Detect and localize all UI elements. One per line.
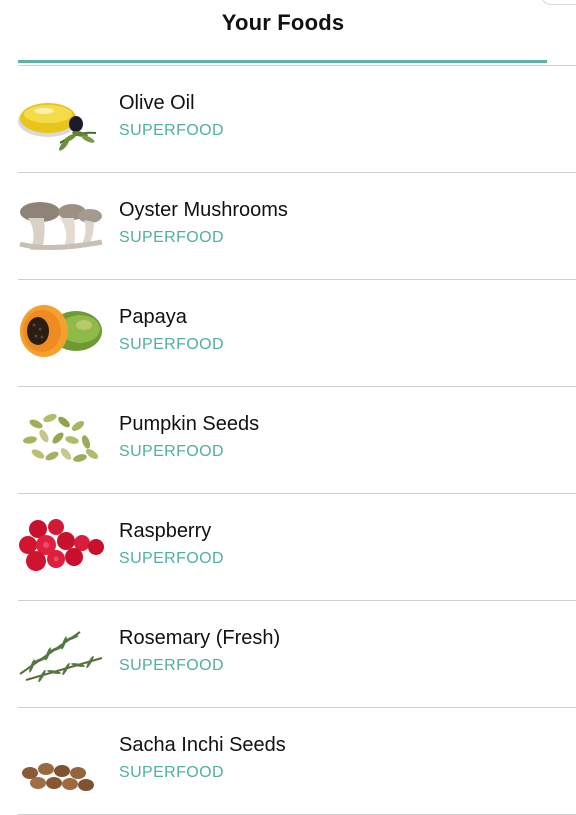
- food-tag: SUPERFOOD: [119, 443, 224, 460]
- oyster-mushrooms-icon: [18, 194, 108, 258]
- sacha-inchi-seeds-icon: [18, 729, 108, 793]
- list-item[interactable]: Sacha Inchi Seeds SUPERFOOD: [18, 708, 576, 815]
- list-item[interactable]: Raspberry SUPERFOOD: [18, 494, 576, 601]
- food-name: Rosemary (Fresh): [119, 627, 281, 649]
- food-name: Papaya: [119, 306, 187, 328]
- overlay-edge: [541, 0, 576, 5]
- list-item[interactable]: Oyster Mushrooms SUPERFOOD: [18, 173, 576, 280]
- papaya-icon: [18, 301, 108, 365]
- food-list: Olive Oil SUPERFOOD Oyster Mushrooms SUP…: [0, 66, 576, 815]
- food-name: Pumpkin Seeds: [119, 413, 260, 435]
- rosemary-icon: [18, 622, 108, 686]
- list-item[interactable]: Rosemary (Fresh) SUPERFOOD: [18, 601, 576, 708]
- tab-underline: [18, 60, 547, 63]
- food-tag: SUPERFOOD: [119, 122, 224, 139]
- food-tag: SUPERFOOD: [119, 550, 224, 567]
- olive-oil-icon: [18, 87, 108, 151]
- food-name: Raspberry: [119, 520, 212, 542]
- page-title: Your Foods: [221, 10, 345, 35]
- pumpkin-seeds-icon: [18, 408, 108, 472]
- food-name: Sacha Inchi Seeds: [119, 734, 286, 756]
- list-item[interactable]: Olive Oil SUPERFOOD: [18, 66, 576, 173]
- food-tag: SUPERFOOD: [119, 764, 224, 781]
- raspberry-icon: [18, 515, 108, 579]
- food-tag: SUPERFOOD: [119, 336, 224, 353]
- food-tag: SUPERFOOD: [119, 229, 224, 246]
- header: Your Foods: [0, 0, 576, 60]
- list-item[interactable]: Papaya SUPERFOOD: [18, 280, 576, 387]
- list-item[interactable]: Pumpkin Seeds SUPERFOOD: [18, 387, 576, 494]
- food-tag: SUPERFOOD: [119, 657, 224, 674]
- food-name: Olive Oil: [119, 92, 195, 114]
- food-name: Oyster Mushrooms: [119, 199, 288, 221]
